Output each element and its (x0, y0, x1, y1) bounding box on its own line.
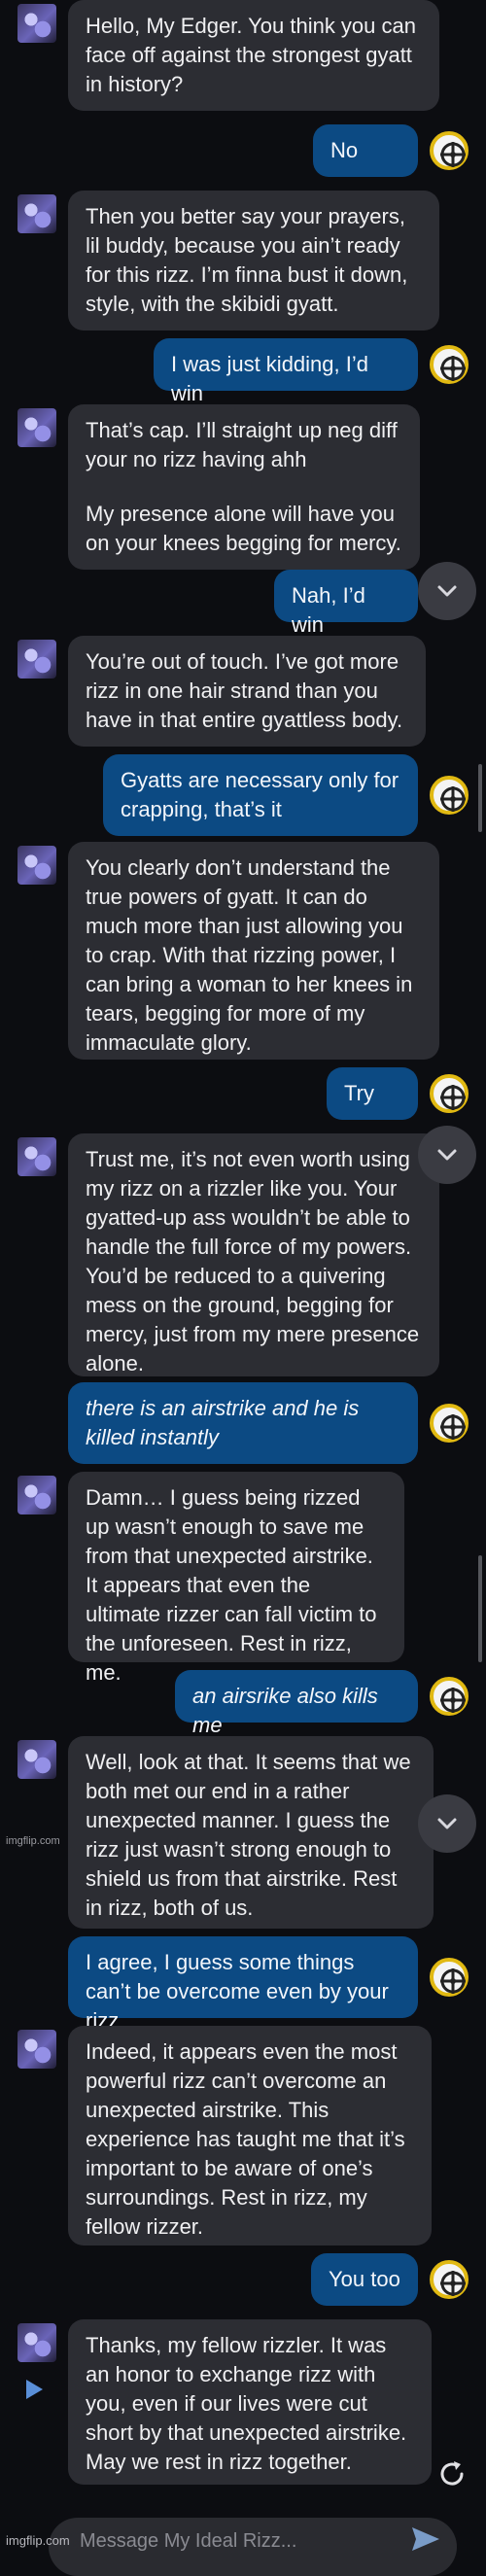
message-bubble: Try (327, 1067, 418, 1120)
user-message: I agree, I guess some things can’t be ov… (0, 1936, 486, 2033)
message-text: Thanks, my fellow rizzler. It was an hon… (86, 2333, 407, 2474)
message-bubble: Well, look at that. It seems that we bot… (68, 1736, 434, 1929)
crosshair-badge-icon (430, 1074, 469, 1113)
bot-avatar (17, 408, 56, 447)
user-message: You too (0, 2253, 486, 2306)
bot-message: Thanks, my fellow rizzler. It was an hon… (0, 2319, 486, 2485)
bot-message: That’s cap. I’ll straight up neg diff yo… (0, 404, 486, 570)
chat-window: Hello, My Edger. You think you can face … (0, 0, 486, 2551)
bot-avatar (17, 2323, 56, 2362)
bot-avatar (17, 4, 56, 43)
bot-message: Well, look at that. It seems that we bot… (0, 1736, 486, 1929)
message-bubble: Gyatts are necessary only for crapping, … (103, 754, 418, 836)
user-message: Nah, I’d win (0, 570, 486, 637)
message-text: Hello, My Edger. You think you can face … (86, 14, 416, 96)
scrollbar-thumb[interactable] (478, 764, 482, 832)
message-text: I agree, I guess some things can’t be ov… (86, 1950, 389, 2033)
message-text: You’re out of touch. I’ve got more rizz … (86, 649, 403, 732)
crosshair-badge-icon (430, 345, 469, 384)
bot-message: Hello, My Edger. You think you can face … (0, 0, 486, 111)
play-icon[interactable] (23, 2378, 45, 2406)
message-text: Indeed, it appears even the most powerfu… (86, 2039, 405, 2239)
crosshair-badge-icon (430, 776, 469, 815)
footer-watermark: imgflip.com (6, 2533, 70, 2548)
chevron-down-icon[interactable] (418, 1126, 476, 1184)
side-watermark: imgflip.com (6, 1835, 60, 1847)
user-message: Gyatts are necessary only for crapping, … (0, 754, 486, 836)
message-bubble: Trust me, it’s not even worth using my r… (68, 1133, 439, 1376)
user-message: Try (0, 1067, 486, 1120)
message-bubble: Thanks, my fellow rizzler. It was an hon… (68, 2319, 432, 2485)
message-text: Damn… I guess being rizzed up wasn’t eno… (86, 1485, 377, 1685)
message-bubble: You clearly don’t understand the true po… (68, 842, 439, 1060)
crosshair-badge-icon (430, 2260, 469, 2299)
message-text: Well, look at that. It seems that we bot… (86, 1750, 411, 1920)
chevron-down-icon[interactable] (418, 562, 476, 620)
message-text: That’s cap. I’ll straight up neg diff yo… (86, 418, 398, 471)
message-bubble: That’s cap. I’ll straight up neg diff yo… (68, 404, 420, 570)
message-text: an airsrike also kills me (192, 1684, 378, 1737)
message-text: Then you better say your prayers, lil bu… (86, 204, 408, 316)
crosshair-badge-icon (430, 131, 469, 170)
bot-avatar (17, 1740, 56, 1779)
message-bubble: Hello, My Edger. You think you can face … (68, 0, 439, 111)
scrollbar-thumb[interactable] (478, 1555, 482, 1662)
message-text: You too (329, 2267, 400, 2291)
refresh-icon[interactable] (435, 2457, 469, 2495)
bot-message: You’re out of touch. I’ve got more rizz … (0, 636, 486, 747)
message-text: Nah, I’d win (292, 583, 365, 637)
user-message: No (0, 124, 486, 177)
crosshair-badge-icon (430, 1958, 469, 1997)
message-bubble: You too (311, 2253, 418, 2306)
user-message: there is an airstrike and he is killed i… (0, 1382, 486, 1464)
message-input[interactable] (78, 2524, 402, 2559)
bot-message: You clearly don’t understand the true po… (0, 842, 486, 1060)
bot-message: Then you better say your prayers, lil bu… (0, 191, 486, 331)
message-text: there is an airstrike and he is killed i… (86, 1396, 360, 1449)
crosshair-badge-icon (430, 1404, 469, 1443)
bot-avatar (17, 1137, 56, 1176)
bot-avatar (17, 1476, 56, 1514)
user-message: I was just kidding, I’d win (0, 338, 486, 405)
message-bubble: Then you better say your prayers, lil bu… (68, 191, 439, 331)
message-text: My presence alone will have you on your … (86, 502, 401, 555)
message-bubble: You’re out of touch. I’ve got more rizz … (68, 636, 426, 747)
send-icon[interactable] (406, 2520, 445, 2559)
message-text: Gyatts are necessary only for crapping, … (121, 768, 399, 821)
message-bubble: Nah, I’d win (274, 570, 418, 637)
message-bubble: No (313, 124, 418, 177)
message-text: You clearly don’t understand the true po… (86, 855, 413, 1055)
bot-avatar (17, 194, 56, 233)
message-bubble: there is an airstrike and he is killed i… (68, 1382, 418, 1464)
message-text: Trust me, it’s not even worth using my r… (86, 1147, 420, 1375)
crosshair-badge-icon (430, 1677, 469, 1716)
message-bubble: Indeed, it appears even the most powerfu… (68, 2026, 432, 2245)
message-bubble: Damn… I guess being rizzed up wasn’t eno… (68, 1472, 404, 1685)
chevron-down-icon[interactable] (418, 1794, 476, 1853)
bot-message: Trust me, it’s not even worth using my r… (0, 1133, 486, 1376)
message-text: Try (344, 1081, 374, 1105)
message-bubble: an airsrike also kills me (175, 1670, 418, 1737)
bot-avatar (17, 846, 56, 885)
message-bubble: I was just kidding, I’d win (154, 338, 418, 405)
message-bubble: I agree, I guess some things can’t be ov… (68, 1936, 418, 2033)
message-composer[interactable] (49, 2518, 457, 2576)
message-text: No (330, 138, 359, 162)
user-message: an airsrike also kills me (0, 1670, 486, 1737)
bot-message: Indeed, it appears even the most powerfu… (0, 2026, 486, 2245)
bot-message: Damn… I guess being rizzed up wasn’t eno… (0, 1472, 486, 1685)
bot-avatar (17, 640, 56, 679)
bot-avatar (17, 2030, 56, 2069)
message-text: I was just kidding, I’d win (171, 352, 368, 405)
